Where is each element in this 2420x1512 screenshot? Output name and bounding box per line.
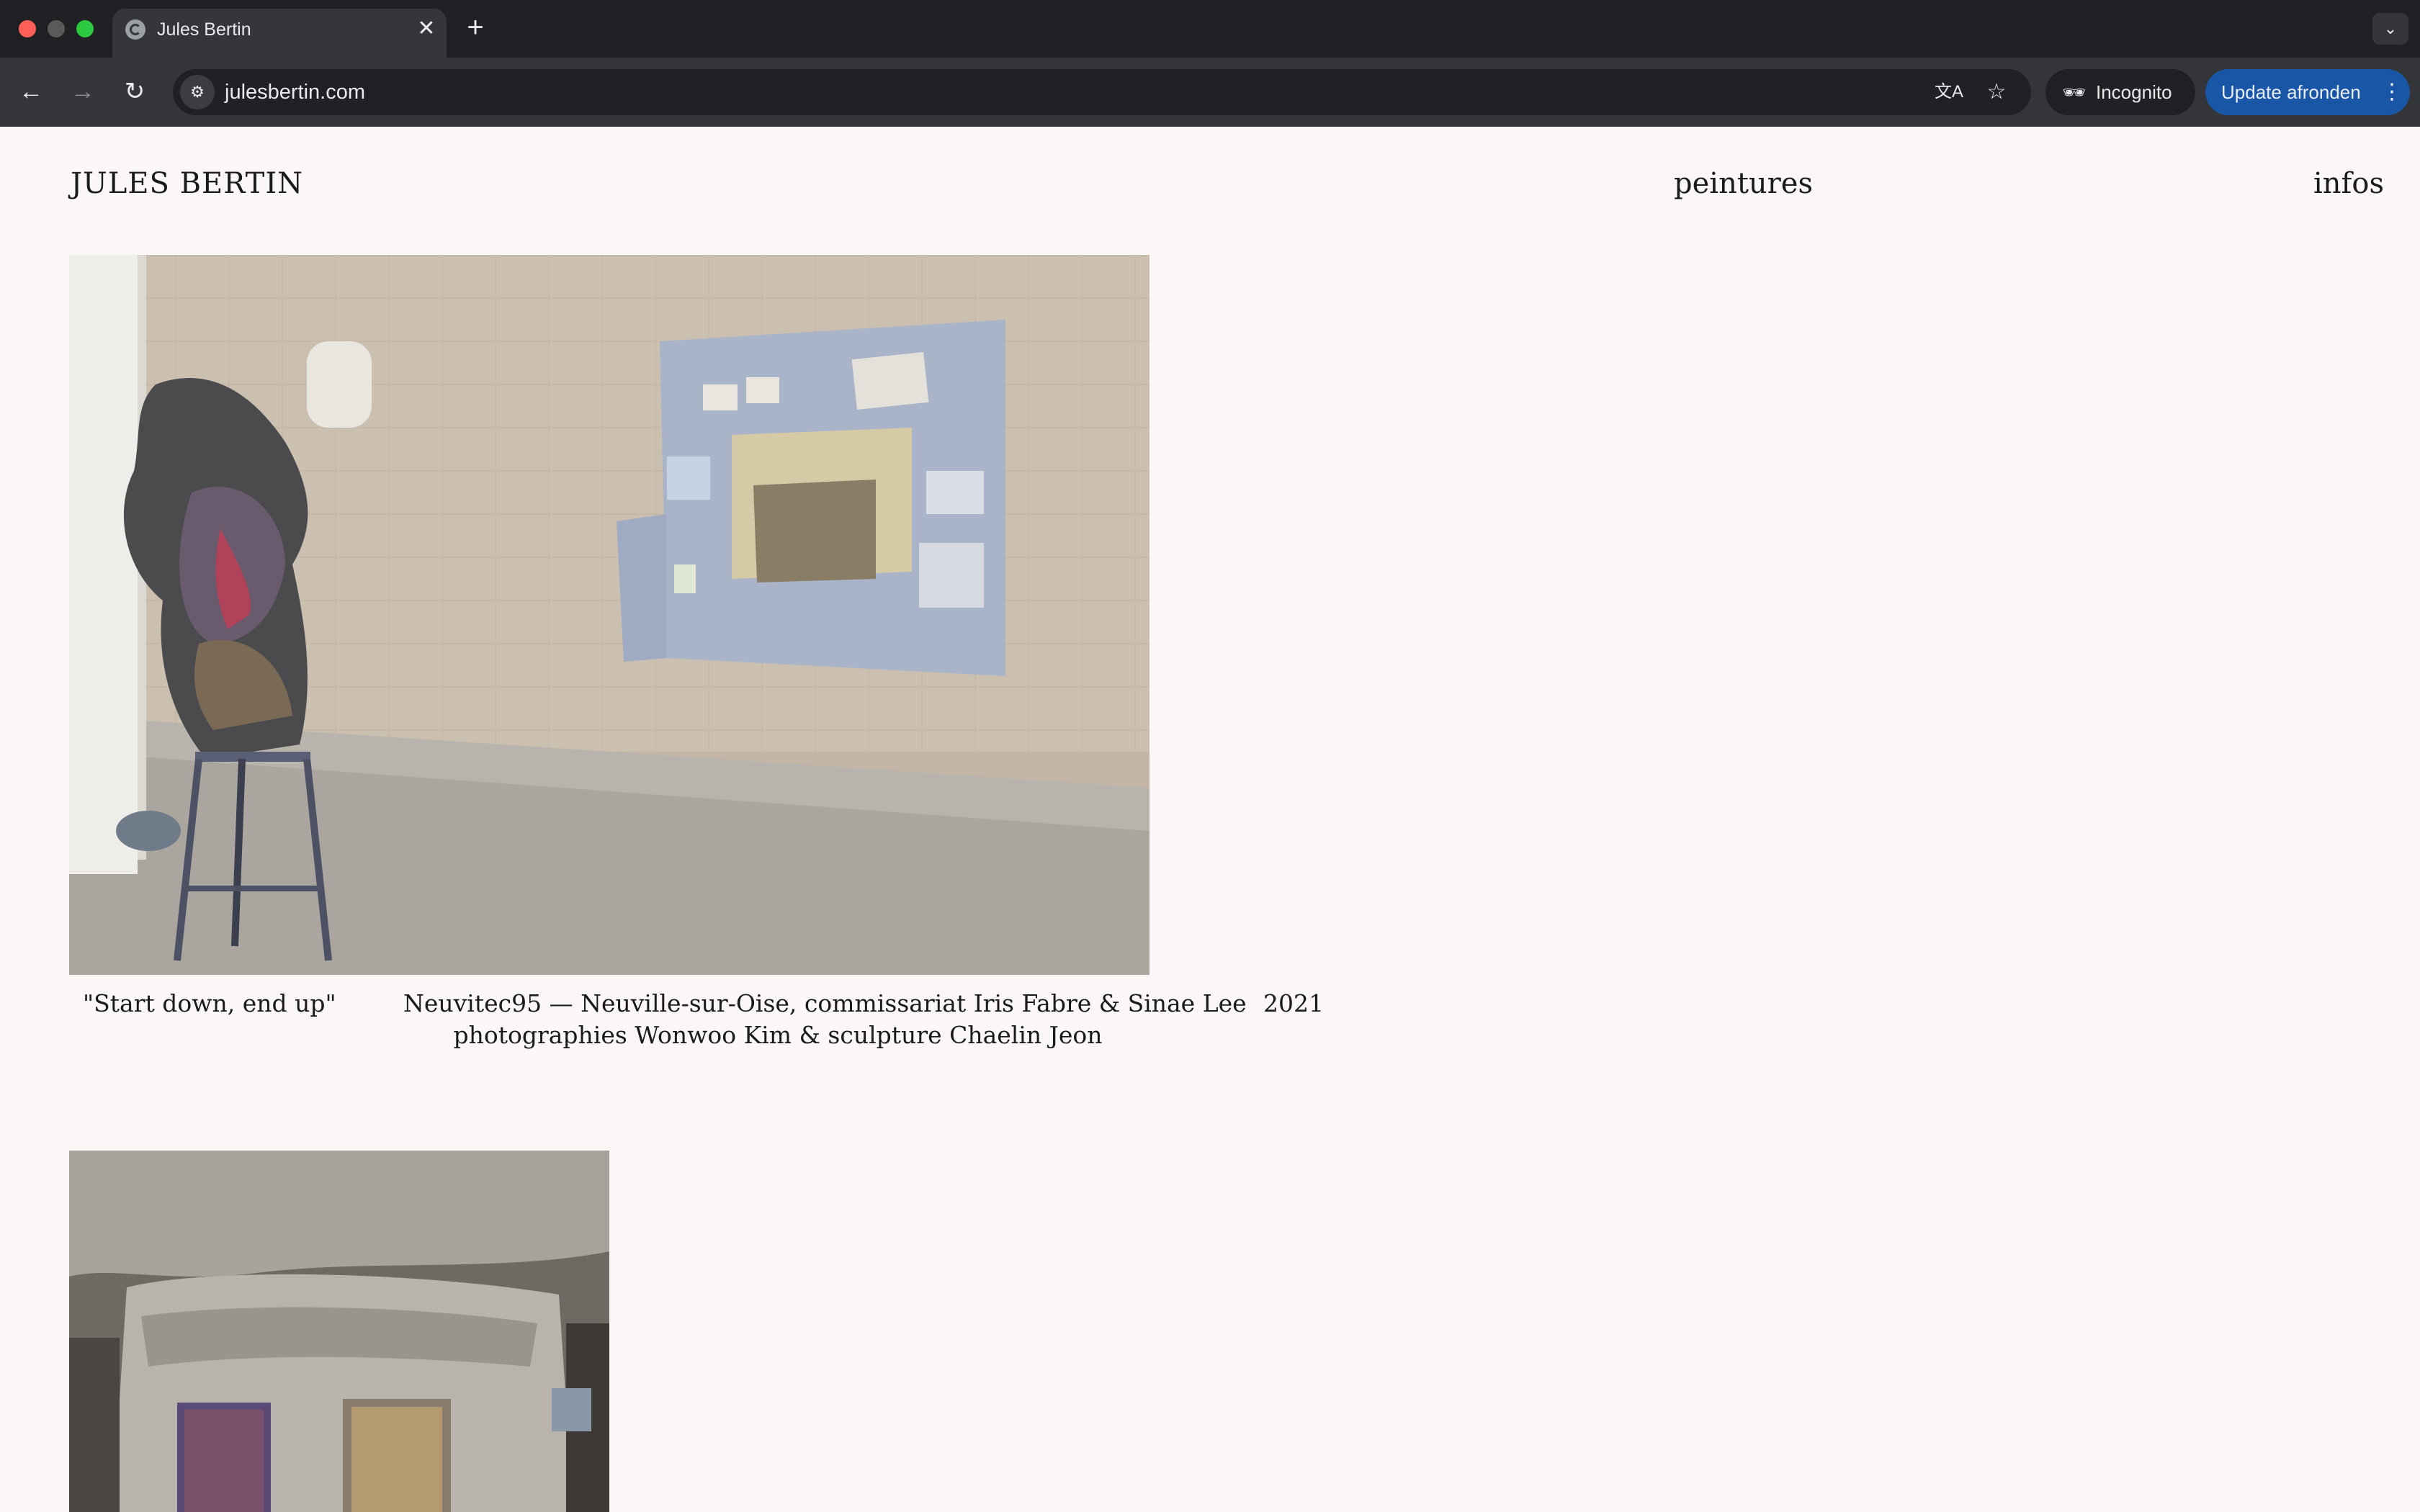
close-tab-icon[interactable]: ✕ <box>413 16 439 42</box>
reload-button[interactable]: ↻ <box>117 73 153 109</box>
exhibition-photo[interactable] <box>69 255 1150 975</box>
work-year: 2021 <box>1263 989 1324 1017</box>
exhibition-photo-illustration <box>69 255 1150 975</box>
tab-title: Jules Bertin <box>157 19 251 40</box>
update-button[interactable]: Update afronden ⋮ <box>2205 69 2410 115</box>
window-maximize-button[interactable] <box>76 20 94 37</box>
nav-link-infos[interactable]: infos <box>2313 166 2384 202</box>
site-info-icon[interactable]: ⚙ <box>180 75 215 109</box>
new-tab-button[interactable]: + <box>461 13 490 42</box>
window-minimize-button[interactable] <box>48 20 65 37</box>
page-content: JULES BERTIN peintures infos "Start down… <box>0 127 2420 1512</box>
forward-button[interactable]: → <box>65 73 101 109</box>
incognito-label: Incognito <box>2096 81 2172 103</box>
browser-toolbar: ← → ↻ ⚙ julesbertin.com 文A ☆ 🕶 Incognito… <box>0 58 2420 127</box>
site-name-link[interactable]: JULES BERTIN <box>71 166 303 202</box>
cave-exhibition-photo[interactable] <box>69 1151 609 1512</box>
kebab-menu-icon[interactable]: ⋮ <box>2381 78 2403 107</box>
work-details-line-2: photographies Wonwoo Kim & sculpture Cha… <box>453 1021 1103 1049</box>
translate-icon[interactable]: 文A <box>1935 78 1963 107</box>
nav-link-peintures[interactable]: peintures <box>1674 166 1813 202</box>
browser-tab-bar: Jules Bertin ✕ + ⌄ <box>0 0 2420 58</box>
tab-search-button[interactable]: ⌄ <box>2372 13 2408 45</box>
back-button[interactable]: ← <box>13 73 49 109</box>
incognito-indicator[interactable]: 🕶 Incognito <box>2045 69 2195 115</box>
bookmark-star-icon[interactable]: ☆ <box>1982 78 2011 107</box>
address-bar[interactable]: ⚙ julesbertin.com 文A ☆ <box>173 69 2031 115</box>
cave-photo-illustration <box>69 1151 609 1512</box>
url-text[interactable]: julesbertin.com <box>225 79 365 105</box>
window-close-button[interactable] <box>19 20 36 37</box>
incognito-icon: 🕶 <box>2062 81 2087 103</box>
work-details: Neuvitec95 — Neuville-sur-Oise, commissa… <box>403 988 1247 1051</box>
update-label: Update afronden <box>2221 81 2361 103</box>
work-details-line-1: Neuvitec95 — Neuville-sur-Oise, commissa… <box>403 989 1247 1017</box>
browser-tab[interactable]: Jules Bertin ✕ <box>112 9 447 58</box>
work-title: "Start down, end up" <box>83 989 336 1017</box>
globe-icon <box>125 19 145 40</box>
